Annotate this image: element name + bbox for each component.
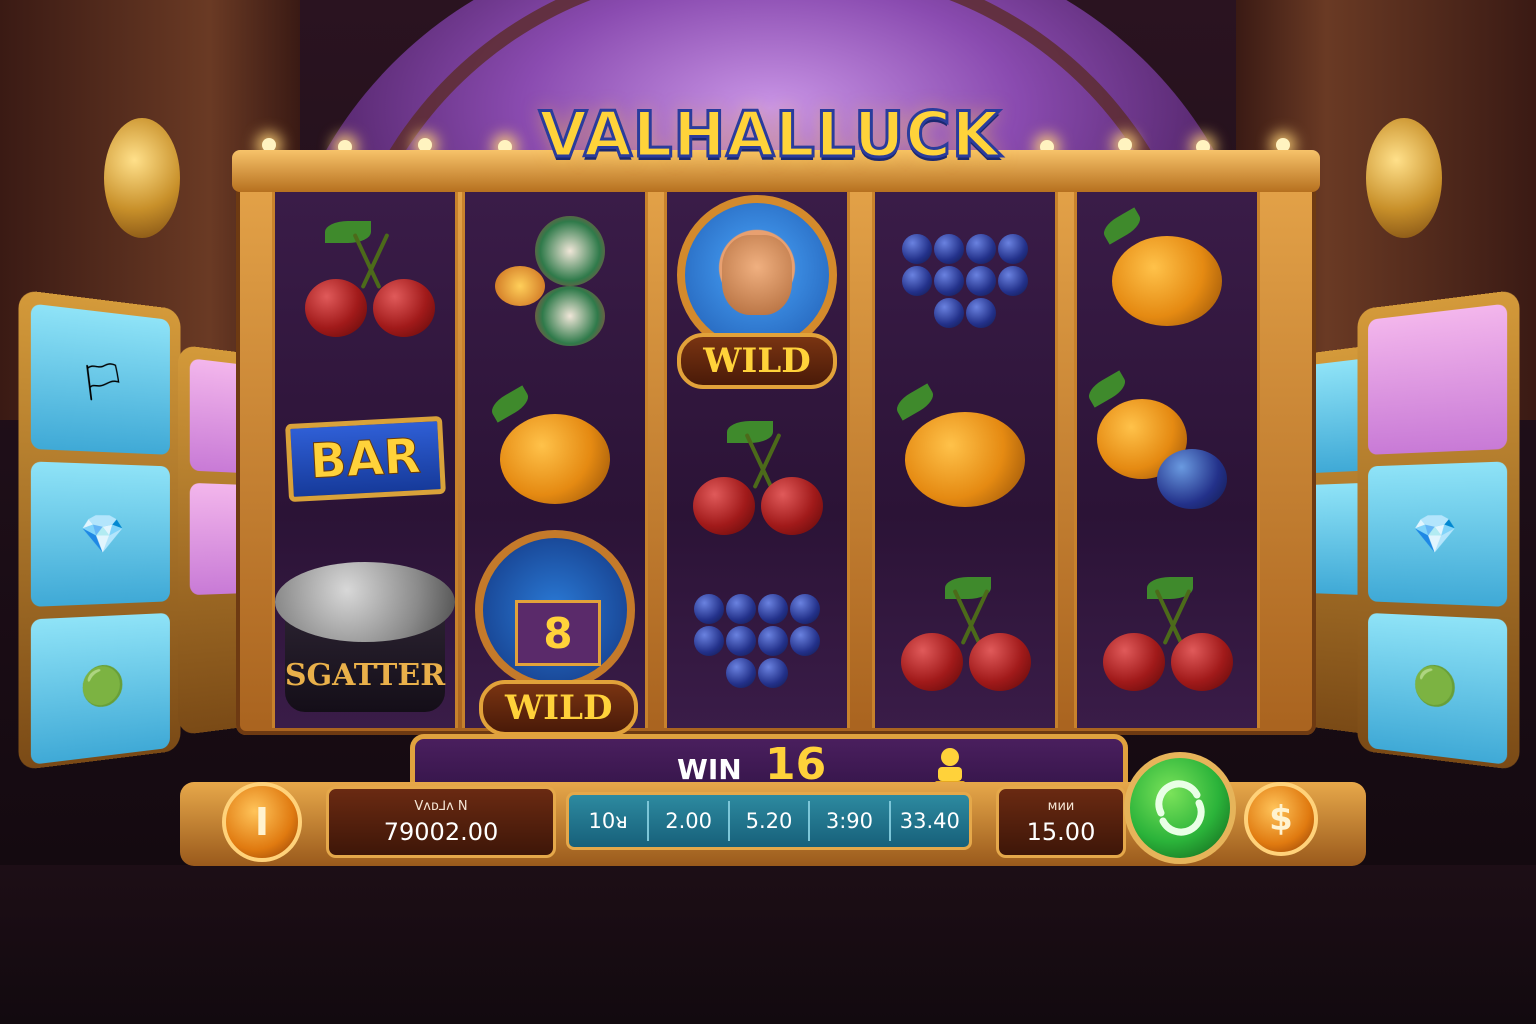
bar-label: BAR bbox=[284, 415, 446, 503]
reel-1: BAR SGATTER bbox=[272, 192, 458, 728]
info-icon: I bbox=[254, 800, 270, 844]
grapes-icon bbox=[902, 234, 1028, 328]
orange-grapes-icon bbox=[1084, 370, 1237, 519]
floor bbox=[0, 865, 1536, 1024]
side-machine-right-front: 💎 🟢 bbox=[1357, 289, 1520, 771]
balance-label: Vᴧᴅ⅃ᴧ N bbox=[414, 799, 468, 814]
cherry-icon bbox=[687, 421, 827, 541]
symbol-scatter: SGATTER bbox=[275, 548, 455, 726]
reel-3: WILD bbox=[664, 192, 850, 728]
bet-option[interactable]: 10ᴚ bbox=[569, 801, 650, 841]
symbol-cherry bbox=[667, 392, 847, 570]
cherry-icon bbox=[895, 577, 1035, 697]
multiplier-value: 8 bbox=[515, 600, 601, 666]
total-bet-value: 15.00 bbox=[1026, 818, 1096, 846]
scatter-pot-icon: SGATTER bbox=[275, 562, 455, 712]
orange-icon bbox=[892, 382, 1025, 507]
side-screen: 💎 bbox=[1368, 461, 1508, 607]
symbol-orange bbox=[875, 370, 1055, 548]
symbol-orange bbox=[1077, 192, 1257, 370]
symbol-orange bbox=[465, 370, 645, 548]
side-machine-left-front: 🏳 💎 🟢 bbox=[18, 289, 181, 771]
viking-portrait-icon bbox=[677, 195, 837, 355]
side-screen: 🏳 bbox=[30, 303, 170, 455]
symbol-orange-grapes bbox=[1077, 370, 1257, 548]
bet-option[interactable]: 2.00 bbox=[649, 801, 730, 841]
game-title: VALHALLUCK bbox=[538, 97, 1002, 173]
wild-label: WILD bbox=[479, 680, 639, 736]
gold-medallion-left-icon bbox=[104, 118, 180, 238]
symbol-viking-wild: WILD bbox=[667, 192, 847, 392]
scatter-label: SGATTER bbox=[284, 658, 446, 693]
symbol-grapes bbox=[875, 192, 1055, 370]
trophy-icon bbox=[935, 747, 965, 787]
side-screen: 💎 bbox=[30, 461, 170, 607]
autoplay-button[interactable]: $ bbox=[1244, 782, 1318, 856]
cherry-icon bbox=[1097, 577, 1237, 697]
symbol-cherry bbox=[875, 548, 1055, 726]
multiplier-wild-icon: 8 WILD bbox=[465, 530, 645, 736]
gems-icon bbox=[495, 216, 615, 346]
symbol-cherry bbox=[1077, 548, 1257, 726]
reel-2: 8 WILD bbox=[462, 192, 648, 736]
balance-box: Vᴧᴅ⅃ᴧ N 79002.00 bbox=[326, 786, 556, 858]
wild-label: WILD bbox=[677, 333, 837, 389]
orange-icon bbox=[1099, 207, 1222, 326]
spin-button[interactable] bbox=[1124, 752, 1236, 864]
symbol-multiplier-wild: 8 WILD bbox=[465, 530, 645, 736]
info-button[interactable]: I bbox=[222, 782, 302, 862]
symbol-grapes bbox=[667, 552, 847, 730]
bet-option[interactable]: 5.20 bbox=[730, 801, 811, 841]
dollar-icon: $ bbox=[1269, 799, 1293, 839]
side-screen bbox=[1368, 303, 1508, 455]
orange-icon bbox=[487, 385, 610, 504]
symbol-cherry bbox=[275, 192, 455, 370]
symbol-bar: BAR bbox=[275, 370, 455, 548]
spin-arrows-icon bbox=[1155, 780, 1205, 836]
bet-selector: 10ᴚ 2.00 5.20 3:90 33.40 bbox=[566, 792, 972, 850]
cherry-icon bbox=[295, 221, 435, 341]
side-screen: 🟢 bbox=[30, 612, 170, 765]
total-bet-box: ᴍᴎᴎ 15.00 bbox=[996, 786, 1126, 858]
side-screen: 🟢 bbox=[1368, 612, 1508, 765]
bet-option[interactable]: 33.40 bbox=[891, 801, 969, 841]
symbol-gems bbox=[465, 192, 645, 370]
grapes-icon bbox=[694, 594, 820, 688]
reel-5 bbox=[1074, 192, 1260, 728]
reel-4 bbox=[872, 192, 1058, 728]
bet-option[interactable]: 3:90 bbox=[810, 801, 891, 841]
total-bet-label: ᴍᴎᴎ bbox=[1047, 799, 1075, 814]
balance-value: 79002.00 bbox=[383, 818, 499, 846]
gold-medallion-right-icon bbox=[1366, 118, 1442, 238]
